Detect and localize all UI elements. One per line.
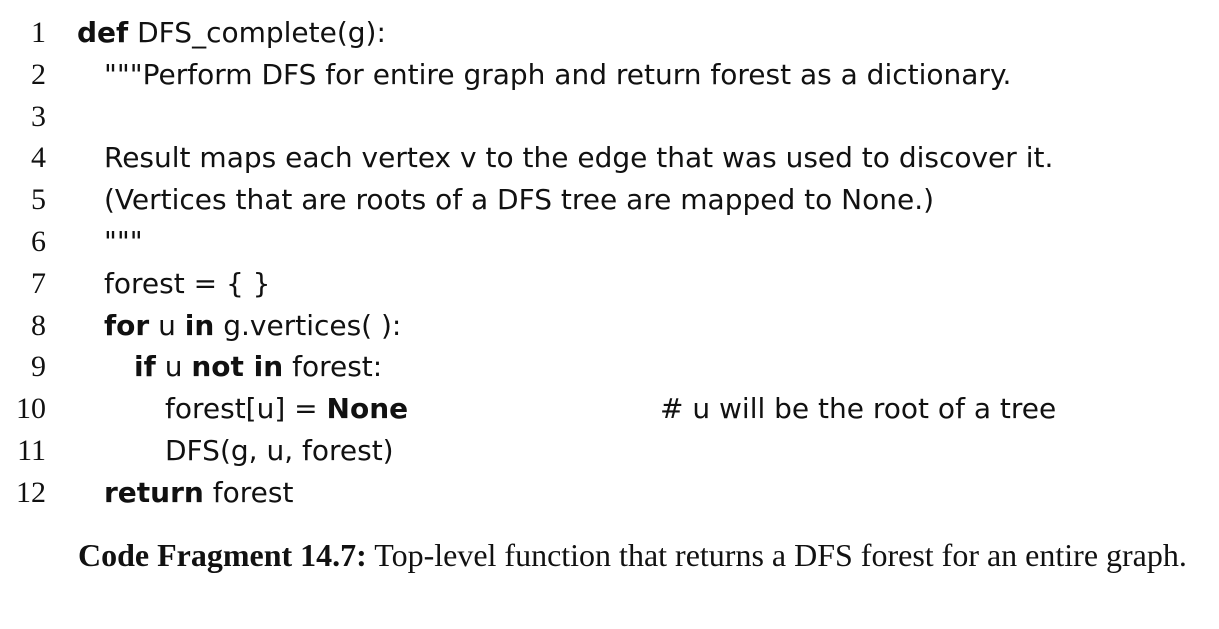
docstring-line: """Perform DFS for entire graph and retu…	[104, 57, 1012, 91]
expression: forest:	[292, 350, 383, 384]
code-line-9: 9 if u not in forest:	[0, 346, 1219, 388]
code-line-6: 6 """	[0, 221, 1219, 263]
code-line-2: 2 """Perform DFS for entire graph and re…	[0, 54, 1219, 96]
variable: u	[158, 308, 176, 342]
line-number: 1	[31, 16, 46, 49]
code-line-7: 7 forest = { }	[0, 263, 1219, 305]
code-text: """	[77, 221, 143, 263]
caption-text: Top-level function that returns a DFS fo…	[374, 537, 1187, 573]
line-number: 7	[31, 266, 46, 300]
code-text: forest = { }	[77, 263, 270, 305]
line-number: 8	[31, 308, 46, 342]
keyword: return	[104, 475, 204, 509]
line-number: 5	[31, 183, 46, 217]
caption-label: Code Fragment 14.7:	[78, 537, 367, 573]
keyword: if	[134, 350, 156, 384]
variable: u	[164, 350, 183, 384]
line-number: 11	[17, 433, 46, 467]
code-text: DFS(g, u, forest)	[77, 430, 394, 472]
line-number: 10	[16, 392, 46, 426]
keyword: def	[77, 16, 129, 49]
statement: forest[u] =	[165, 392, 318, 426]
code-line-12: 12 return forest	[0, 472, 1219, 514]
code-line-1: 1 def DFS_complete(g):	[0, 12, 1219, 54]
variable: forest	[212, 475, 294, 509]
docstring-line: Result maps each vertex v to the edge th…	[104, 141, 1054, 175]
line-number: 6	[31, 224, 46, 258]
code-listing: 1 def DFS_complete(g): 2 """Perform DFS …	[0, 12, 1219, 514]
code-line-8: 8 for u in g.vertices( ):	[0, 305, 1219, 347]
statement: DFS(g, u, forest)	[165, 433, 394, 467]
docstring-line: (Vertices that are roots of a DFS tree a…	[104, 183, 935, 217]
keyword: not in	[191, 350, 284, 384]
code-text: (Vertices that are roots of a DFS tree a…	[77, 179, 934, 221]
code-text: if u not in forest:	[77, 346, 382, 388]
code-line-11: 11 DFS(g, u, forest)	[0, 430, 1219, 472]
code-line-5: 5 (Vertices that are roots of a DFS tree…	[0, 179, 1219, 221]
line-number: 3	[31, 99, 46, 133]
code-line-3: 3	[0, 96, 1219, 138]
keyword: for	[104, 308, 150, 342]
code-line-4: 4 Result maps each vertex v to the edge …	[0, 137, 1219, 179]
line-number: 9	[31, 350, 46, 384]
code-comment: # u will be the root of a tree	[660, 392, 1057, 426]
code-text: return forest	[77, 472, 293, 514]
code-text: for u in g.vertices( ):	[77, 305, 401, 347]
code-line-10: 10 forest[u] = None # u will be the root…	[0, 388, 1219, 430]
keyword: None	[326, 392, 409, 426]
function-signature: DFS_complete(g):	[137, 16, 386, 49]
docstring-close: """	[104, 224, 143, 258]
line-number: 12	[16, 475, 46, 509]
code-text: forest[u] = None	[77, 388, 408, 430]
code-caption: Code Fragment 14.7: Top-level function t…	[78, 534, 1203, 577]
statement: forest = { }	[104, 266, 271, 300]
code-text: """Perform DFS for entire graph and retu…	[77, 54, 1011, 96]
line-number: 4	[31, 141, 46, 175]
code-text: Result maps each vertex v to the edge th…	[77, 137, 1053, 179]
code-text: def DFS_complete(g):	[77, 12, 386, 54]
keyword: in	[184, 308, 215, 342]
expression: g.vertices( ):	[223, 308, 402, 342]
line-number: 2	[31, 57, 46, 91]
